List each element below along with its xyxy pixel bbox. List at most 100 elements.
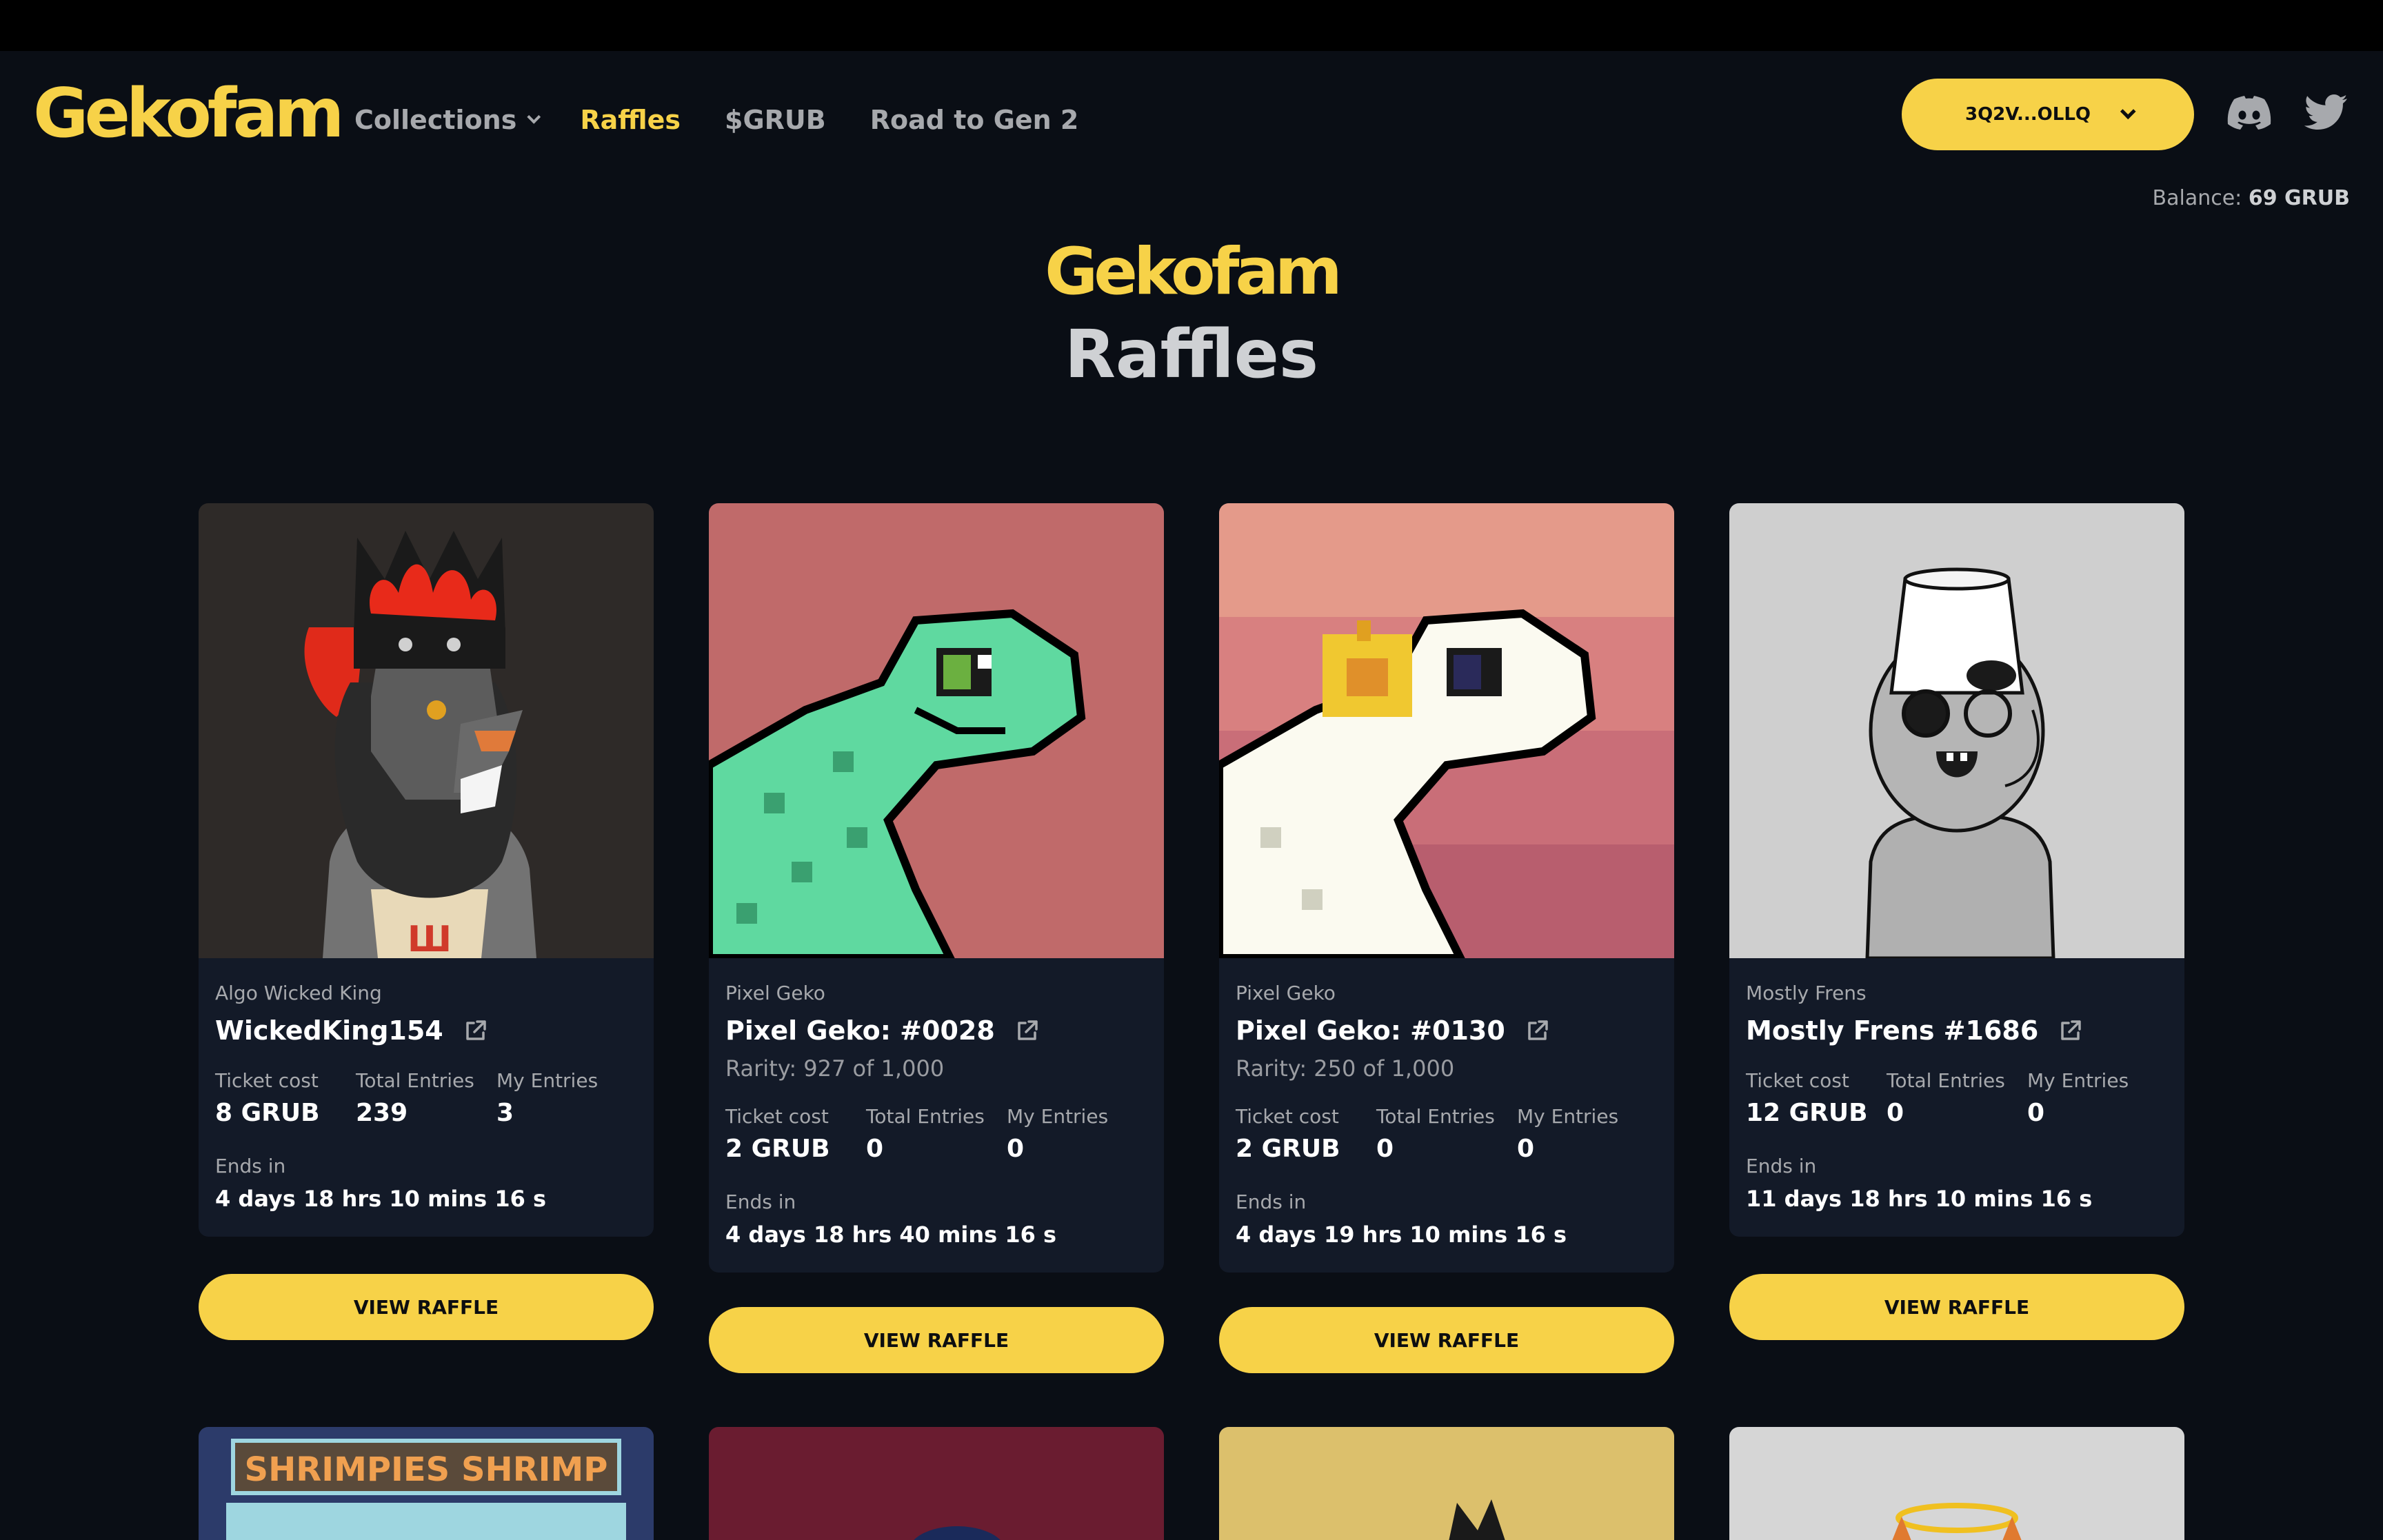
balance-label: Balance: <box>2152 186 2242 210</box>
nav-raffles[interactable]: Raffles <box>580 105 681 135</box>
total-entries-value: 0 <box>866 1135 884 1163</box>
nft-image[interactable] <box>1729 1427 2184 1540</box>
nft-image[interactable] <box>709 503 1164 958</box>
external-link-icon[interactable] <box>464 1019 487 1042</box>
raffle-card: Pixel Geko Pixel Geko: #0130 Rarity: 250… <box>1219 503 1674 1373</box>
total-entries-stat: Total Entries 0 <box>1376 1105 1517 1163</box>
card-info: Pixel Geko Pixel Geko: #0028 Rarity: 927… <box>709 958 1164 1273</box>
browser-top-strip <box>0 0 2383 51</box>
collection-name: Algo Wicked King <box>215 982 382 1004</box>
ends-in-label: Ends in <box>725 1191 796 1213</box>
card-info: Pixel Geko Pixel Geko: #0130 Rarity: 250… <box>1219 958 1674 1273</box>
ticket-cost-value: 12 GRUB <box>1746 1099 1868 1127</box>
view-raffle-button[interactable]: VIEW RAFFLE <box>1219 1307 1674 1373</box>
view-raffle-button[interactable]: VIEW RAFFLE <box>709 1307 1164 1373</box>
nft-image[interactable] <box>1219 503 1674 958</box>
total-entries-stat: Total Entries 0 <box>1887 1069 2027 1127</box>
ends-in-value: 4 days 19 hrs 10 mins 16 s <box>1236 1222 1567 1248</box>
ends-in-label: Ends in <box>1236 1191 1307 1213</box>
my-entries-value: 0 <box>1007 1135 1025 1163</box>
total-entries-label: Total Entries <box>1376 1105 1495 1128</box>
ticket-cost-stat: Ticket cost 2 GRUB <box>725 1105 866 1163</box>
stats-row: Ticket cost 12 GRUB Total Entries 0 My E… <box>1746 1069 2168 1127</box>
external-link-icon[interactable] <box>2059 1019 2082 1042</box>
my-entries-label: My Entries <box>1007 1105 1109 1128</box>
ticket-cost-label: Ticket cost <box>215 1069 319 1092</box>
my-entries-value: 0 <box>2027 1099 2045 1127</box>
my-entries-label: My Entries <box>1517 1105 1619 1128</box>
total-entries-stat: Total Entries 239 <box>356 1069 496 1127</box>
ticket-cost-label: Ticket cost <box>1236 1105 1339 1128</box>
nft-image[interactable]: Ш <box>199 503 654 958</box>
ticket-cost-stat: Ticket cost 8 GRUB <box>215 1069 356 1127</box>
collection-name: Mostly Frens <box>1746 982 1867 1004</box>
my-entries-value: 0 <box>1517 1135 1535 1163</box>
logo[interactable]: Gekofam <box>33 80 345 148</box>
nft-title: Pixel Geko: #0130 <box>1236 1015 1658 1046</box>
svg-text:Ш: Ш <box>408 919 452 958</box>
nft-title: WickedKing154 <box>215 1015 637 1046</box>
card-info: Algo Wicked King WickedKing154 Ticket co… <box>199 958 654 1237</box>
view-raffle-button[interactable]: VIEW RAFFLE <box>1729 1274 2184 1340</box>
tile-text: SHRIMPIES SHRIMP <box>245 1450 608 1489</box>
total-entries-label: Total Entries <box>866 1105 985 1128</box>
external-link-icon[interactable] <box>1526 1019 1549 1042</box>
nft-image[interactable] <box>1219 1427 1674 1540</box>
total-entries-label: Total Entries <box>1887 1069 2005 1092</box>
ticket-cost-value: 8 GRUB <box>215 1099 320 1127</box>
my-entries-value: 3 <box>496 1099 514 1127</box>
nft-image[interactable]: SHRIMPIES SHRIMP <box>199 1427 654 1540</box>
external-link-icon[interactable] <box>1016 1019 1039 1042</box>
total-entries-value: 239 <box>356 1099 408 1127</box>
nav-collections[interactable]: Collections <box>354 105 541 135</box>
chevron-down-icon <box>527 110 541 124</box>
my-entries-stat: My Entries 0 <box>1007 1105 1147 1163</box>
stats-row: Ticket cost 2 GRUB Total Entries 0 My En… <box>725 1105 1147 1163</box>
nft-title-text: Mostly Frens #1686 <box>1746 1015 2039 1046</box>
nav-road-to-gen2[interactable]: Road to Gen 2 <box>870 105 1079 135</box>
nav-links: Collections Raffles $GRUB Road to Gen 2 <box>354 105 1123 135</box>
ticket-cost-value: 2 GRUB <box>1236 1135 1340 1163</box>
chevron-down-icon <box>2120 103 2136 120</box>
nft-title: Pixel Geko: #0028 <box>725 1015 1147 1046</box>
discord-icon[interactable] <box>2227 94 2271 132</box>
balance-value: 69 GRUB <box>2248 186 2350 210</box>
stats-row: Ticket cost 2 GRUB Total Entries 0 My En… <box>1236 1105 1658 1163</box>
twitter-icon[interactable] <box>2304 94 2349 132</box>
nft-title-text: Pixel Geko: #0028 <box>725 1015 995 1046</box>
ends-in-label: Ends in <box>215 1155 286 1177</box>
ticket-cost-value: 2 GRUB <box>725 1135 830 1163</box>
ends-in-label: Ends in <box>1746 1155 1817 1177</box>
ends-in-value: 11 days 18 hrs 10 mins 16 s <box>1746 1186 2093 1212</box>
total-entries-value: 0 <box>1887 1099 1904 1127</box>
ends-in-value: 4 days 18 hrs 40 mins 16 s <box>725 1222 1057 1248</box>
collection-name: Pixel Geko <box>1236 982 1336 1004</box>
my-entries-stat: My Entries 0 <box>2027 1069 2168 1127</box>
nft-title-text: WickedKing154 <box>215 1015 443 1046</box>
collection-name: Pixel Geko <box>725 982 825 1004</box>
navbar: Gekofam Collections Raffles $GRUB Road t… <box>0 51 2383 210</box>
my-entries-stat: My Entries 0 <box>1517 1105 1658 1163</box>
my-entries-stat: My Entries 3 <box>496 1069 637 1127</box>
nft-image[interactable] <box>1729 503 2184 958</box>
nft-image[interactable] <box>709 1427 1164 1540</box>
ticket-cost-stat: Ticket cost 12 GRUB <box>1746 1069 1887 1127</box>
ticket-cost-label: Ticket cost <box>1746 1069 1849 1092</box>
raffle-card: Mostly Frens Mostly Frens #1686 Ticket c… <box>1729 503 2184 1340</box>
nft-title-text: Pixel Geko: #0130 <box>1236 1015 1505 1046</box>
my-entries-label: My Entries <box>2027 1069 2129 1092</box>
wallet-address: 3Q2V...OLLQ <box>1964 104 2091 125</box>
rarity: Rarity: 250 of 1,000 <box>1236 1055 1455 1082</box>
balance: Balance: 69 GRUB <box>2153 186 2350 210</box>
total-entries-stat: Total Entries 0 <box>866 1105 1007 1163</box>
rarity: Rarity: 927 of 1,000 <box>725 1055 945 1082</box>
raffle-card: Pixel Geko Pixel Geko: #0028 Rarity: 927… <box>709 503 1164 1373</box>
hero-logo: Gekofam <box>1045 234 1343 310</box>
total-entries-label: Total Entries <box>356 1069 474 1092</box>
page-title: Raffles <box>1064 316 1319 393</box>
nav-grub[interactable]: $GRUB <box>725 105 826 135</box>
raffle-card: Ш Algo Wicked King WickedKing154 Ticket … <box>199 503 654 1340</box>
view-raffle-button[interactable]: VIEW RAFFLE <box>199 1274 654 1340</box>
wallet-button[interactable]: 3Q2V...OLLQ <box>1902 79 2194 150</box>
nft-title: Mostly Frens #1686 <box>1746 1015 2168 1046</box>
